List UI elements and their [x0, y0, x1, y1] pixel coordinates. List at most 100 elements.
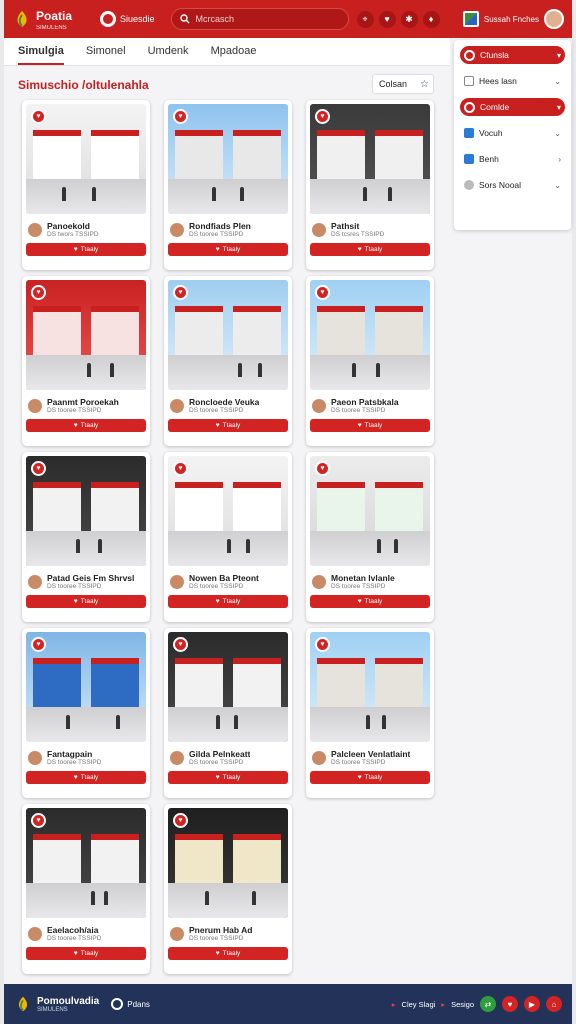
card-action-button[interactable]: ♥ Ttaaly	[310, 771, 430, 784]
favorite-badge-icon[interactable]: ♥	[173, 813, 188, 828]
tab-simulgia[interactable]: Simulgia	[18, 45, 64, 65]
listing-card[interactable]: ♥ Palcleen Venlatlaint DS tooree TSSIPD …	[306, 628, 434, 798]
card-meta: Monetan Ivlanle DS tooree TSSIPD	[310, 573, 430, 590]
sort-dropdown[interactable]: Colsan ☆	[372, 74, 434, 94]
card-action-button[interactable]: ♥ Ttaaly	[310, 595, 430, 608]
listing-card[interactable]: ♥ Roncloede Veuka DS tooree TSSIPD ♥ Tta…	[164, 276, 292, 446]
card-action-button[interactable]: ♥ Ttaaly	[168, 771, 288, 784]
mall-photo[interactable]: ♥	[26, 456, 146, 566]
favorite-badge-icon[interactable]: ♥	[31, 813, 46, 828]
search-bar[interactable]	[170, 8, 349, 30]
secondary-brand[interactable]: Siuesdie	[100, 11, 155, 27]
app-logo[interactable]: Poatia SIMULENS	[12, 7, 94, 31]
favorite-badge-icon[interactable]: ♥	[31, 637, 46, 652]
listing-card[interactable]: ♥ Nowen Ba Pteont DS tooree TSSIPD ♥ Tta…	[164, 452, 292, 622]
shopper-figure	[382, 714, 386, 729]
heart-icon: ♥	[357, 598, 362, 605]
user-menu[interactable]: Sussah Fnches	[462, 9, 564, 29]
footer-logo[interactable]: Pomoulvadia SIMULENS	[14, 995, 99, 1013]
card-action-button[interactable]: ♥ Ttaaly	[26, 595, 146, 608]
card-action-button[interactable]: ♥ Ttaaly	[168, 419, 288, 432]
card-action-button[interactable]: ♥ Ttaaly	[168, 947, 288, 960]
footer-link-2[interactable]: Sesigo	[451, 1000, 474, 1009]
footer-link-1[interactable]: Cley Slagi	[402, 1000, 436, 1009]
page-title: Simuschio /oltulenahla	[18, 78, 149, 92]
footer-secondary-brand[interactable]: Pdans	[111, 998, 150, 1010]
tab-mpadoae[interactable]: Mpadoae	[211, 45, 257, 65]
card-action-button[interactable]: ♥ Ttaaly	[26, 419, 146, 432]
play-icon[interactable]: ▶	[524, 996, 540, 1012]
filter-benh[interactable]: Benh ›	[460, 150, 565, 168]
card-action-button[interactable]: ♥ Ttaaly	[310, 419, 430, 432]
favorite-badge-icon[interactable]: ♥	[315, 637, 330, 652]
mall-photo[interactable]: ♥	[26, 280, 146, 390]
shopper-figure	[92, 186, 96, 201]
listing-card[interactable]: ♥ Panoekold DS twors TSSIPD ♥ Ttaaly	[22, 100, 150, 270]
favorite-badge-icon[interactable]: ♥	[31, 461, 46, 476]
search-input[interactable]	[195, 14, 326, 24]
mall-photo[interactable]: ♥	[26, 632, 146, 742]
mall-photo[interactable]: ♥	[310, 104, 430, 214]
favorite-badge-icon[interactable]: ♥	[315, 109, 330, 124]
listing-card[interactable]: ♥ Pathsit DS tcsres TSSIPD ♥ Ttaaly	[306, 100, 434, 270]
listing-card[interactable]: ♥ Patad Geis Fm Shrvsl DS tooree TSSIPD …	[22, 452, 150, 622]
card-action-button[interactable]: ♥ Ttaaly	[26, 947, 146, 960]
mall-photo[interactable]: ♥	[26, 104, 146, 214]
settings-icon[interactable]: ✱	[400, 10, 418, 28]
favorite-badge-icon[interactable]: ♥	[173, 109, 188, 124]
favorite-badge-icon[interactable]: ♥	[315, 461, 330, 476]
mall-photo[interactable]: ♥	[168, 104, 288, 214]
favorite-badge-icon[interactable]: ♥	[173, 285, 188, 300]
mall-photo[interactable]: ♥	[168, 280, 288, 390]
location-icon[interactable]: ⌖	[356, 10, 374, 28]
heart-icon[interactable]: ♥	[378, 10, 396, 28]
mall-photo[interactable]: ♥	[168, 808, 288, 918]
mall-photo[interactable]: ♥	[310, 456, 430, 566]
mall-photo[interactable]: ♥	[168, 632, 288, 742]
filter-sors-nooal[interactable]: Sors Nooal ⌄	[460, 176, 565, 194]
storefront	[317, 658, 366, 709]
checkbox[interactable]	[464, 76, 474, 86]
tab-simonel[interactable]: Simonel	[86, 45, 126, 65]
card-meta: Pnerum Hab Ad DS tooree TSSIPD	[168, 925, 288, 942]
filter-vocuh[interactable]: Vocuh ⌄	[460, 124, 565, 142]
listing-card[interactable]: ♥ Monetan Ivlanle DS tooree TSSIPD ♥ Tta…	[306, 452, 434, 622]
listing-card[interactable]: ♥ Paanmt Poroekah DS tooree TSSIPD ♥ Tta…	[22, 276, 150, 446]
shopper-figure	[116, 714, 120, 729]
user-avatar[interactable]	[544, 9, 564, 29]
emblem-icon	[464, 49, 475, 61]
tab-umdenk[interactable]: Umdenk	[148, 45, 189, 65]
mall-photo[interactable]: ♥	[26, 808, 146, 918]
listing-card[interactable]: ♥ Fantagpain DS tooree TSSIPD ♥ Ttaaly	[22, 628, 150, 798]
share-icon[interactable]: ⇄	[480, 996, 496, 1012]
mall-photo[interactable]: ♥	[310, 280, 430, 390]
filter-cfunsla[interactable]: Cfunsla ▾	[460, 46, 565, 64]
mall-photo[interactable]: ♥	[310, 632, 430, 742]
favorite-badge-icon[interactable]: ♥	[315, 285, 330, 300]
listing-card[interactable]: ♥ Pnerum Hab Ad DS tooree TSSIPD ♥ Ttaal…	[164, 804, 292, 974]
favorite-badge-icon[interactable]: ♥	[31, 109, 46, 124]
filter-hees-lasn[interactable]: Hees lasn ⌄	[460, 72, 565, 90]
card-action-button[interactable]: ♥ Ttaaly	[26, 771, 146, 784]
home-icon[interactable]: ⌂	[546, 996, 562, 1012]
heart-icon[interactable]: ♥	[502, 996, 518, 1012]
chevron-down-icon: ⌄	[554, 128, 561, 138]
favorite-badge-icon[interactable]: ♥	[173, 461, 188, 476]
listing-card[interactable]: ♥ Gilda Pelnkeatt DS tooree TSSIPD ♥ Tta…	[164, 628, 292, 798]
star-icon: ☆	[420, 78, 429, 90]
listing-card[interactable]: ♥ Rondfiads Plen DS tooree TSSIPD ♥ Ttaa…	[164, 100, 292, 270]
listing-card[interactable]: ♥ Paeon Patsbkala DS tooree TSSIPD ♥ Tta…	[306, 276, 434, 446]
shopper-figure	[240, 186, 244, 201]
filter-comlde[interactable]: Comlde ▾	[460, 98, 565, 116]
floor	[26, 354, 146, 390]
card-action-button[interactable]: ♥ Ttaaly	[168, 595, 288, 608]
card-action-button[interactable]: ♥ Ttaaly	[168, 243, 288, 256]
mall-photo[interactable]: ♥	[168, 456, 288, 566]
card-action-button[interactable]: ♥ Ttaaly	[26, 243, 146, 256]
listing-card[interactable]: ♥ Eaelacoh/aia DS tooree TSSIPD ♥ Ttaaly	[22, 804, 150, 974]
favorite-badge-icon[interactable]: ♥	[31, 285, 46, 300]
card-action-button[interactable]: ♥ Ttaaly	[310, 243, 430, 256]
shopper-figure	[90, 890, 95, 905]
bell-icon[interactable]: ♦	[422, 10, 440, 28]
favorite-badge-icon[interactable]: ♥	[173, 637, 188, 652]
